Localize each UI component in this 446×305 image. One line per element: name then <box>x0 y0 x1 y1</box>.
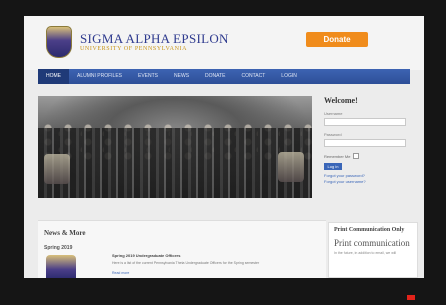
news-title: News & More <box>44 229 86 237</box>
forgot-password-link[interactable]: Forgot your password? <box>324 173 412 178</box>
username-label: Username <box>324 111 343 116</box>
news-item-text: Here is a list of the current Pennsylvan… <box>112 261 260 265</box>
nav-events[interactable]: EVENTS <box>130 69 166 84</box>
read-more-link[interactable]: Read more <box>112 271 129 275</box>
forgot-username-link[interactable]: Forgot your username? <box>324 179 412 184</box>
news-item-heading[interactable]: Spring 2019 Undergraduate Officers <box>112 253 180 258</box>
print-subtitle: Print communication <box>334 238 410 248</box>
main-nav: HOME ALUMNI PROFILES EVENTS NEWS DONATE … <box>38 69 410 84</box>
password-label: Password <box>324 132 342 137</box>
login-panel: Welcome! Username Password Remember Me L… <box>324 96 412 185</box>
nav-login[interactable]: LOGIN <box>273 69 305 84</box>
website-page: SIGMA ALPHA EPSILON UNIVERSITY OF PENNSY… <box>24 16 424 278</box>
print-title: Print Communication Only <box>334 227 405 233</box>
photo-crowd <box>38 128 312 198</box>
corner-badge <box>407 295 415 300</box>
group-photo <box>38 96 312 198</box>
welcome-heading: Welcome! <box>324 96 358 105</box>
password-input[interactable] <box>324 139 406 147</box>
site-subtitle: UNIVERSITY OF PENNSYLVANIA <box>80 46 188 52</box>
photo-crest-left-icon <box>44 154 70 184</box>
nav-donate[interactable]: DONATE <box>197 69 233 84</box>
crest-icon[interactable] <box>46 26 72 58</box>
login-button[interactable]: Log in <box>324 163 342 170</box>
nav-news[interactable]: NEWS <box>166 69 197 84</box>
site-header: SIGMA ALPHA EPSILON UNIVERSITY OF PENNSY… <box>24 16 424 70</box>
nav-alumni-profiles[interactable]: ALUMNI PROFILES <box>69 69 130 84</box>
print-text: In the future, in addition to email, we … <box>334 251 397 255</box>
remember-checkbox[interactable] <box>353 153 360 159</box>
site-title[interactable]: SIGMA ALPHA EPSILON <box>80 31 229 47</box>
nav-home[interactable]: HOME <box>38 69 69 84</box>
donate-button[interactable]: Donate <box>306 32 368 47</box>
news-crest-icon <box>46 255 76 278</box>
remember-label: Remember Me <box>324 153 351 159</box>
photo-crest-right-icon <box>278 152 304 182</box>
news-section: News & More Spring 2019 Spring 2019 Unde… <box>38 220 326 278</box>
nav-contact[interactable]: CONTACT <box>234 69 274 84</box>
remember-row: Remember Me <box>324 153 412 159</box>
news-section-label: Spring 2019 <box>44 245 73 251</box>
username-input[interactable] <box>324 118 406 126</box>
print-communication-box: Print Communication Only Print communica… <box>328 222 418 278</box>
